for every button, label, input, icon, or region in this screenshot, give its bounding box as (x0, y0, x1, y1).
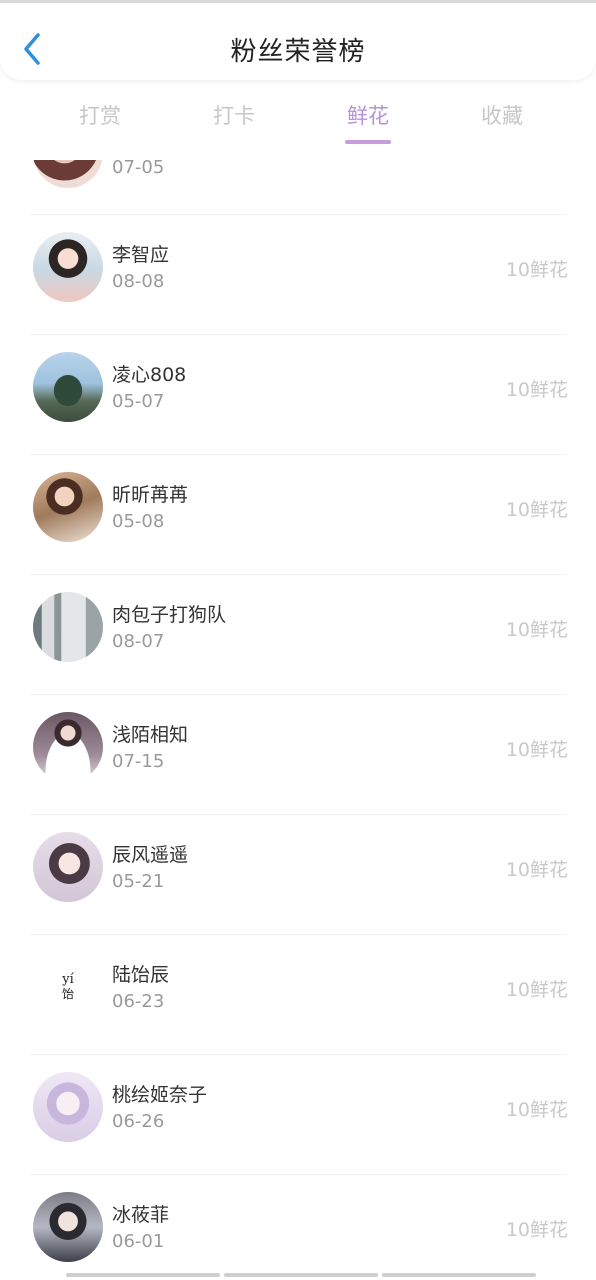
list-item[interactable]: yí 饴 陆饴辰 06-23 10鲜花 (0, 934, 596, 1054)
scroll-segment (224, 1273, 378, 1277)
header-bar: 粉丝荣誉榜 (0, 0, 596, 80)
divider (30, 694, 566, 695)
item-amount: 10鲜花 (505, 1099, 568, 1121)
divider (30, 814, 566, 815)
item-amount: 10鲜花 (505, 619, 568, 641)
avatar (33, 592, 103, 662)
item-date: 07-15 (112, 751, 165, 772)
list-item[interactable]: 昕昕苒苒 05-08 10鲜花 (0, 454, 596, 574)
tab-label: 打卡 (213, 104, 255, 128)
avatar (33, 160, 103, 188)
avatar (33, 1192, 103, 1262)
tab-favorites[interactable]: 收藏 (447, 100, 557, 130)
item-name: 陆饴辰 (112, 964, 170, 986)
item-amount: 10鲜花 (505, 859, 568, 881)
scroll-segment (382, 1273, 536, 1277)
list-item[interactable]: 桃绘姬奈子 06-26 10鲜花 (0, 1054, 596, 1174)
tab-checkin[interactable]: 打卡 (179, 100, 289, 130)
divider (30, 574, 566, 575)
divider (30, 454, 566, 455)
item-date: 08-07 (112, 631, 165, 652)
divider (30, 1174, 566, 1175)
svg-text:饴: 饴 (62, 987, 74, 1001)
svg-text:yí: yí (61, 972, 74, 987)
page-title: 粉丝荣誉榜 (230, 37, 366, 67)
active-tab-indicator (345, 140, 391, 144)
tab-label: 打赏 (79, 104, 121, 128)
fan-list[interactable]: 07-05 李智应 08-08 10鲜花 凌心808 05-07 10鲜花 昕昕… (0, 160, 596, 1272)
avatar-text-image: yí 饴 (61, 972, 74, 1001)
avatar (33, 232, 103, 302)
tab-bar: 打赏 打卡 鲜花 收藏 (0, 80, 596, 160)
item-name: 李智应 (112, 244, 170, 266)
tab-flowers[interactable]: 鲜花 (313, 100, 423, 144)
divider (30, 214, 566, 215)
item-date: 05-21 (112, 871, 165, 892)
item-amount: 10鲜花 (505, 979, 568, 1001)
list-item[interactable]: 凌心808 05-07 10鲜花 (0, 334, 596, 454)
item-date: 06-01 (112, 1231, 165, 1252)
item-amount: 10鲜花 (505, 499, 568, 521)
item-date: 05-08 (112, 511, 165, 532)
avatar (33, 1072, 103, 1142)
avatar (33, 832, 103, 902)
divider (30, 1054, 566, 1055)
list-item[interactable]: 辰风遥遥 05-21 10鲜花 (0, 814, 596, 934)
divider (30, 334, 566, 335)
item-date: 07-05 (112, 160, 165, 178)
list-item[interactable]: 李智应 08-08 10鲜花 (0, 214, 596, 334)
tab-label: 鲜花 (347, 104, 389, 128)
item-date: 06-23 (112, 991, 165, 1012)
divider (30, 934, 566, 935)
item-date: 08-08 (112, 271, 165, 292)
tab-label: 收藏 (481, 104, 523, 128)
item-name: 凌心808 (112, 364, 187, 386)
item-name: 冰莜菲 (112, 1204, 170, 1226)
list-item[interactable]: 07-05 (0, 160, 596, 220)
list-item[interactable]: 肉包子打狗队 08-07 10鲜花 (0, 574, 596, 694)
avatar (33, 472, 103, 542)
item-amount: 10鲜花 (505, 1219, 568, 1241)
item-amount: 10鲜花 (505, 259, 568, 281)
list-item[interactable]: 浅陌相知 07-15 10鲜花 (0, 694, 596, 814)
item-name: 肉包子打狗队 (112, 604, 227, 626)
item-date: 05-07 (112, 391, 165, 412)
item-name: 辰风遥遥 (112, 844, 189, 866)
tab-reward[interactable]: 打赏 (45, 100, 155, 130)
item-name: 昕昕苒苒 (112, 484, 189, 506)
item-name: 桃绘姬奈子 (112, 1084, 208, 1106)
scroll-segment (66, 1273, 220, 1277)
avatar (33, 352, 103, 422)
scroll-indicator (66, 1273, 536, 1277)
list-item[interactable]: 冰莜菲 06-01 10鲜花 (0, 1174, 596, 1272)
item-name: 浅陌相知 (112, 724, 189, 746)
avatar: yí 饴 (33, 952, 103, 1022)
avatar (33, 712, 103, 782)
item-amount: 10鲜花 (505, 739, 568, 761)
item-date: 06-26 (112, 1111, 165, 1132)
item-amount: 10鲜花 (505, 379, 568, 401)
